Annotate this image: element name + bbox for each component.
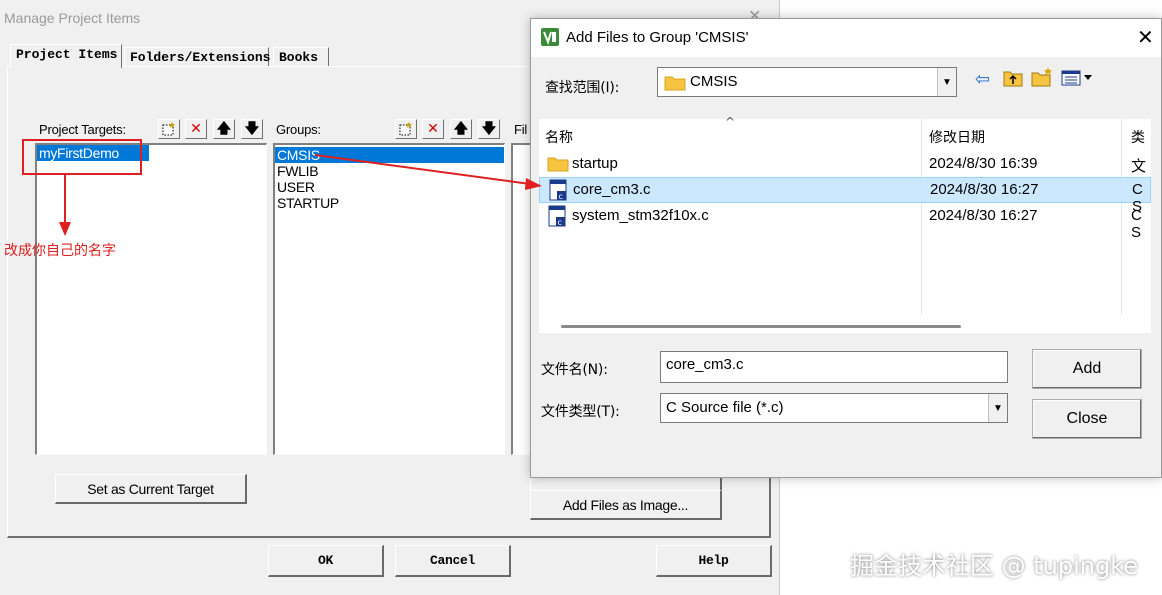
right-arrow-head [525,178,542,190]
right-arrow-line [314,154,531,185]
annotation-arrows [59,154,542,236]
down-arrow-head [59,222,71,236]
tab-project-items[interactable]: Project Items [10,44,122,68]
annotation-text: 改成你自己的名字 [4,243,116,259]
watermark: 掘金技术社区 @ tupingke [850,552,1139,580]
